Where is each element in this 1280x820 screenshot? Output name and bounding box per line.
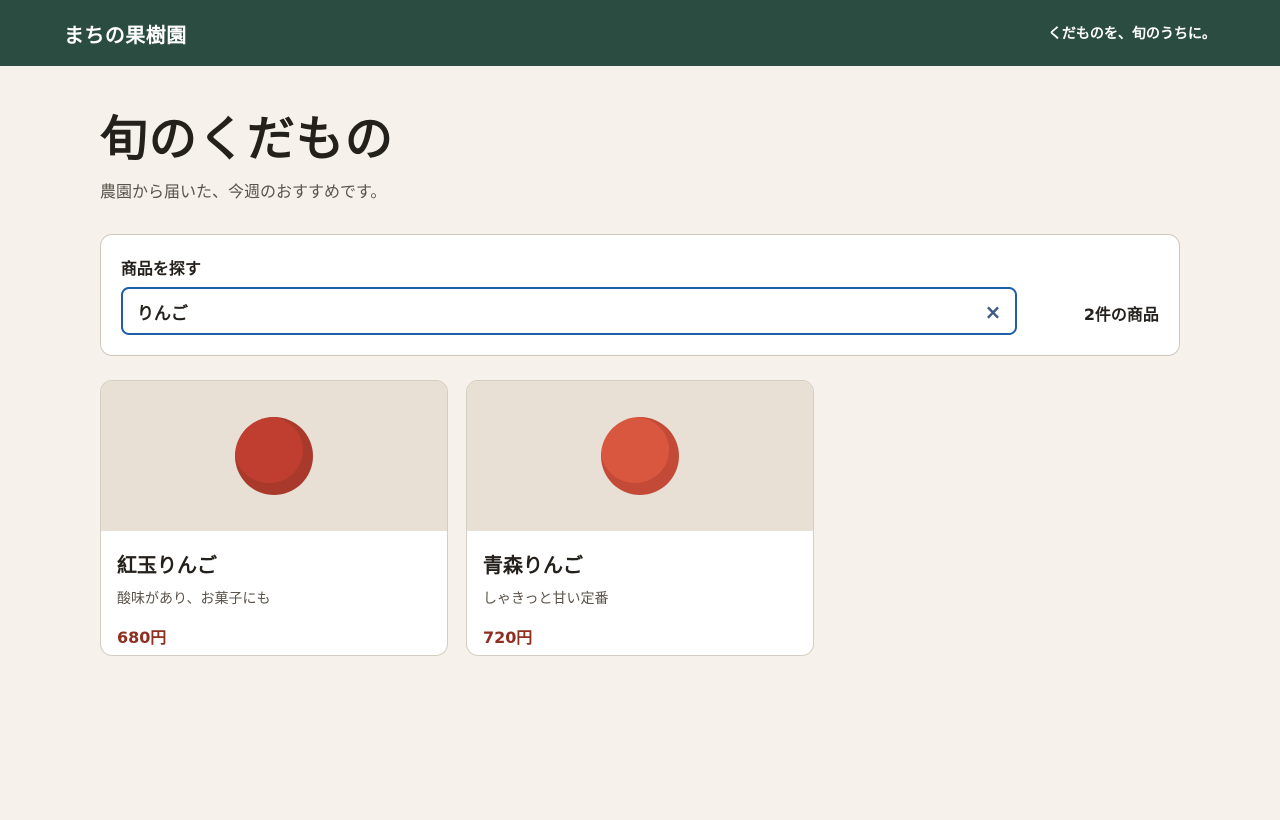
product-card[interactable]: 青森りんご しゃきっと甘い定番 720円	[466, 380, 814, 656]
product-grid: 紅玉りんご 酸味があり、お菓子にも 680円 青森りんご しゃきっと甘い定番 7…	[100, 380, 1180, 656]
product-price: 680円	[117, 628, 167, 647]
site-tagline: くだものを、旬のうちに。	[1048, 26, 1216, 42]
apple-icon	[601, 417, 679, 495]
search-input[interactable]	[123, 289, 1015, 333]
apple-icon	[235, 417, 313, 495]
product-name: 青森りんご	[483, 553, 583, 577]
close-icon: ×	[984, 300, 1002, 324]
page-title: 旬のくだもの	[100, 111, 395, 167]
search-label: 商品を探す	[121, 259, 202, 278]
product-name: 紅玉りんご	[117, 553, 217, 577]
result-count: 2件の商品	[1083, 305, 1159, 324]
search-box[interactable]: ×	[121, 287, 1017, 335]
product-description: 酸味があり、お菓子にも	[117, 591, 271, 607]
brand-logo[interactable]: まちの果樹園	[64, 19, 187, 48]
product-card[interactable]: 紅玉りんご 酸味があり、お菓子にも 680円	[100, 380, 448, 656]
product-body: 青森りんご しゃきっと甘い定番 720円	[467, 531, 813, 655]
product-image	[101, 381, 447, 531]
product-description: しゃきっと甘い定番	[483, 591, 609, 607]
site-header: まちの果樹園 くだものを、旬のうちに。	[0, 0, 1280, 66]
product-price: 720円	[483, 628, 533, 647]
main-content: 旬のくだもの 農園から届いた、今週のおすすめです。 商品を探す × 2件の商品 …	[100, 66, 1180, 656]
product-image	[467, 381, 813, 531]
product-body: 紅玉りんご 酸味があり、お菓子にも 680円	[101, 531, 447, 655]
search-panel: 商品を探す × 2件の商品	[100, 234, 1180, 356]
clear-search-button[interactable]: ×	[981, 300, 1005, 324]
page-subtitle: 農園から届いた、今週のおすすめです。	[100, 182, 387, 201]
